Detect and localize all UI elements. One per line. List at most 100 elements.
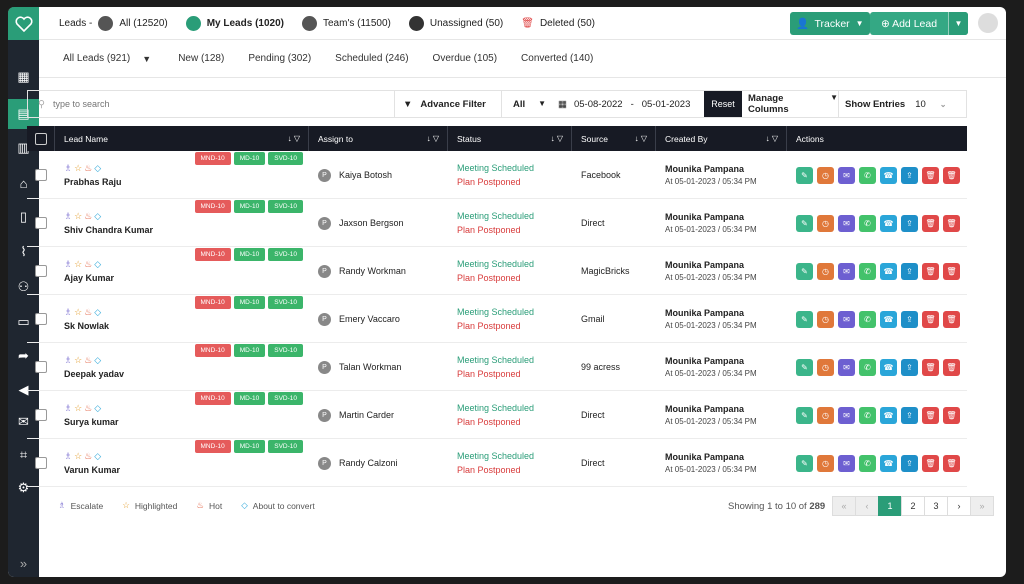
tab-converted[interactable]: Converted (140) (521, 53, 593, 64)
search-input[interactable] (52, 99, 353, 109)
history-icon[interactable]: ◷ (817, 406, 834, 424)
phone-icon[interactable]: ☎ (880, 262, 897, 280)
mail-icon[interactable]: ✉ (838, 214, 855, 232)
col-status[interactable]: Status ↓ ▽ (448, 126, 572, 151)
lead-name[interactable]: Varun Kumar (64, 465, 120, 475)
filter-unassigned[interactable]: Unassigned (50) (408, 15, 503, 31)
history-icon[interactable]: ◷ (817, 454, 834, 472)
escalate-icon[interactable]: ♗ (64, 259, 74, 269)
page-2[interactable]: 2 (901, 496, 925, 516)
escalate-icon[interactable]: ♗ (64, 307, 74, 317)
select-all-checkbox[interactable] (34, 132, 47, 145)
manage-columns-dropdown[interactable]: Manage Columns ▼ (742, 93, 838, 115)
mail-icon[interactable]: ✉ (838, 358, 855, 376)
fire-icon[interactable]: ♨ (84, 163, 94, 173)
edit-icon[interactable]: ✎ (796, 454, 813, 472)
prev-page-icon[interactable]: ‹ (855, 496, 879, 516)
lead-name[interactable]: Sk Nowlak (64, 321, 109, 331)
star-icon[interactable]: ☆ (74, 259, 84, 269)
star-icon[interactable]: ☆ (74, 403, 84, 413)
table-row[interactable]: MND-10 MD-10 SVD-10 ♗☆♨◇ Ajay Kumar P Randy… (27, 247, 967, 295)
escalate-icon[interactable]: ♗ (64, 163, 74, 173)
star-icon[interactable]: ☆ (74, 307, 84, 317)
advance-filter-button[interactable]: ▼ Advance Filter (395, 91, 502, 117)
trash-icon[interactable]: 🗑 (943, 406, 960, 424)
escalate-icon[interactable]: ♗ (64, 451, 74, 461)
fire-icon[interactable]: ♨ (84, 451, 94, 461)
dashboard-icon[interactable]: ▦ (8, 62, 39, 92)
upload-icon[interactable]: ⇪ (901, 310, 918, 328)
history-icon[interactable]: ◷ (817, 262, 834, 280)
next-page-icon[interactable]: › (947, 496, 971, 516)
logo[interactable] (8, 7, 39, 40)
lead-name[interactable]: Shiv Chandra Kumar (64, 225, 153, 235)
mail-icon[interactable]: ✉ (838, 262, 855, 280)
filter-teams[interactable]: Team's (11500) (301, 15, 391, 31)
edit-icon[interactable]: ✎ (796, 358, 813, 376)
star-icon[interactable]: ☆ (74, 451, 84, 461)
history-icon[interactable]: ◷ (817, 358, 834, 376)
tab-all-leads[interactable]: All Leads (921) (63, 53, 130, 64)
page-1[interactable]: 1 (878, 496, 902, 516)
delete-icon[interactable]: 🗑 (922, 310, 939, 328)
diamond-icon[interactable]: ◇ (94, 307, 103, 317)
trash-icon[interactable]: 🗑 (943, 262, 960, 280)
table-row[interactable]: MND-10 MD-10 SVD-10 ♗☆♨◇ Surya kumar P Mart… (27, 391, 967, 439)
reset-button[interactable]: Reset (704, 91, 742, 117)
tab-pending[interactable]: Pending (302) (248, 53, 311, 64)
avatar[interactable] (978, 13, 998, 33)
show-entries-select[interactable]: Show Entries 10 ⌄ (838, 91, 966, 117)
mail-icon[interactable]: ✉ (838, 454, 855, 472)
tab-new[interactable]: New (128) (178, 53, 224, 64)
sort-filter-icon[interactable]: ↓ ▽ (635, 134, 647, 143)
lead-name[interactable]: Deepak yadav (64, 369, 124, 379)
whatsapp-icon[interactable]: ✆ (859, 358, 876, 376)
trash-icon[interactable]: 🗑 (943, 358, 960, 376)
history-icon[interactable]: ◷ (817, 310, 834, 328)
date-range-picker[interactable]: ▦ 05-08-2022 - 05-01-2023 (552, 99, 704, 110)
upload-icon[interactable]: ⇪ (901, 454, 918, 472)
edit-icon[interactable]: ✎ (796, 262, 813, 280)
table-row[interactable]: MND-10 MD-10 SVD-10 ♗☆♨◇ Varun Kumar P Rand… (27, 439, 967, 487)
page-3[interactable]: 3 (924, 496, 948, 516)
escalate-icon[interactable]: ♗ (64, 403, 74, 413)
phone-icon[interactable]: ☎ (880, 214, 897, 232)
row-checkbox[interactable] (35, 409, 47, 421)
row-checkbox[interactable] (35, 313, 47, 325)
add-lead-button[interactable]: ⊕ Add Lead ▼ (870, 12, 968, 35)
escalate-icon[interactable]: ♗ (64, 211, 74, 221)
col-created-by[interactable]: Created By ↓ ▽ (656, 126, 787, 151)
table-row[interactable]: MND-10 MD-10 SVD-10 ♗☆♨◇ Shiv Chandra Kuma… (27, 199, 967, 247)
star-icon[interactable]: ☆ (74, 355, 84, 365)
upload-icon[interactable]: ⇪ (901, 358, 918, 376)
lead-name[interactable]: Surya kumar (64, 417, 119, 427)
phone-icon[interactable]: ☎ (880, 406, 897, 424)
col-assign-to[interactable]: Assign to ↓ ▽ (309, 126, 448, 151)
add-lead-dropdown-icon[interactable]: ▼ (948, 12, 968, 35)
fire-icon[interactable]: ♨ (84, 211, 94, 221)
sort-filter-icon[interactable]: ↓ ▽ (766, 134, 778, 143)
col-source[interactable]: Source ↓ ▽ (572, 126, 656, 151)
whatsapp-icon[interactable]: ✆ (859, 166, 876, 184)
sort-filter-icon[interactable]: ↓ ▽ (427, 134, 439, 143)
delete-icon[interactable]: 🗑 (922, 406, 939, 424)
edit-icon[interactable]: ✎ (796, 310, 813, 328)
row-checkbox[interactable] (35, 169, 47, 181)
diamond-icon[interactable]: ◇ (94, 451, 103, 461)
whatsapp-icon[interactable]: ✆ (859, 310, 876, 328)
tab-overdue[interactable]: Overdue (105) (433, 53, 497, 64)
mail-icon[interactable]: ✉ (838, 310, 855, 328)
diamond-icon[interactable]: ◇ (94, 355, 103, 365)
upload-icon[interactable]: ⇪ (901, 262, 918, 280)
filter-all[interactable]: All (12520) (98, 15, 168, 31)
row-checkbox[interactable] (35, 361, 47, 373)
upload-icon[interactable]: ⇪ (901, 214, 918, 232)
edit-icon[interactable]: ✎ (796, 166, 813, 184)
delete-icon[interactable]: 🗑 (922, 214, 939, 232)
sort-filter-icon[interactable]: ↓ ▽ (288, 134, 300, 143)
row-checkbox[interactable] (35, 457, 47, 469)
row-checkbox[interactable] (35, 217, 47, 229)
whatsapp-icon[interactable]: ✆ (859, 454, 876, 472)
whatsapp-icon[interactable]: ✆ (859, 214, 876, 232)
edit-icon[interactable]: ✎ (796, 406, 813, 424)
